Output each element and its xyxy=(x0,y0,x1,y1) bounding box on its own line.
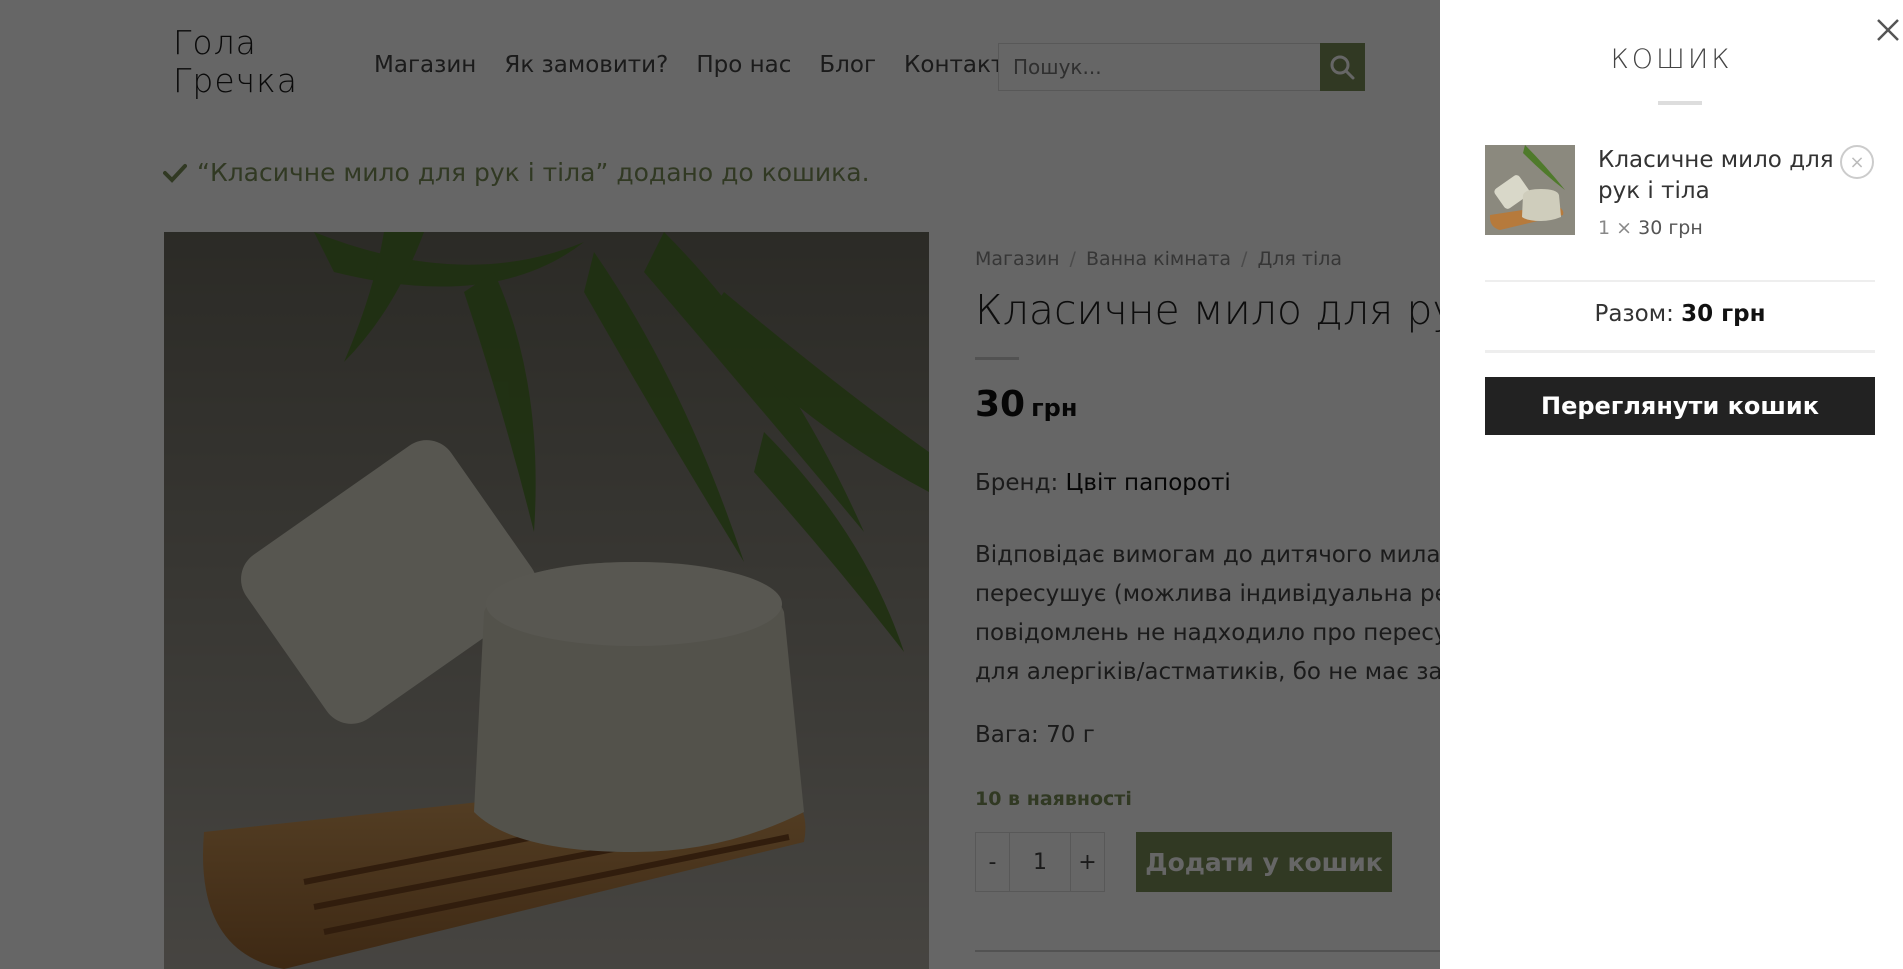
checkmark-icon xyxy=(163,163,187,183)
search-form xyxy=(998,43,1365,91)
cart-divider xyxy=(1485,350,1875,353)
price-value: 30 xyxy=(975,384,1026,425)
product-image[interactable] xyxy=(164,232,929,969)
nav-item-how-to-order[interactable]: Як замовити? xyxy=(504,52,668,78)
search-button[interactable] xyxy=(1319,43,1365,91)
product-page: Гола Гречка Магазин Як замовити? Про нас… xyxy=(0,0,1903,969)
close-icon[interactable] xyxy=(1872,14,1903,46)
nav-item-shop[interactable]: Магазин xyxy=(374,52,476,78)
view-cart-button[interactable]: Переглянути кошик xyxy=(1485,377,1875,435)
cart-item-name[interactable]: Класичне мило для рук і тіла xyxy=(1598,145,1843,207)
breadcrumb: Магазин / Ванна кімната / Для тіла xyxy=(975,248,1342,270)
search-input[interactable] xyxy=(998,43,1320,91)
brand-label: Бренд: xyxy=(975,470,1059,496)
quantity-input[interactable]: 1 xyxy=(1009,833,1071,891)
logo-line-2: Гречка xyxy=(173,61,298,100)
added-to-cart-notice: “Класичне мило для рук і тіла” додано до… xyxy=(163,158,870,187)
search-icon xyxy=(1330,55,1355,80)
logo-line-1: Гола xyxy=(173,23,257,62)
cart-divider xyxy=(1485,280,1875,282)
quantity-plus-button[interactable]: + xyxy=(1071,833,1104,891)
soap-photo xyxy=(164,232,929,969)
title-divider xyxy=(975,357,1019,360)
stock-status: 10 в наявності xyxy=(975,788,1132,810)
cart-subtotal: Разом: 30 грн xyxy=(1485,301,1875,327)
breadcrumb-bathroom[interactable]: Ванна кімната xyxy=(1086,248,1231,270)
subtotal-label: Разом: xyxy=(1594,301,1674,327)
product-price: 30 грн xyxy=(975,384,1077,425)
nav-item-blog[interactable]: Блог xyxy=(819,52,876,78)
cart-title: КОШИК xyxy=(1610,44,1733,75)
cart-item-thumbnail[interactable] xyxy=(1485,145,1575,235)
main-nav: Магазин Як замовити? Про нас Блог Контак… xyxy=(374,52,1019,78)
cart-item-price: 30 грн xyxy=(1638,217,1703,239)
nav-item-about[interactable]: Про нас xyxy=(696,52,791,78)
product-brand: Бренд: Цвіт папороті xyxy=(975,470,1231,496)
breadcrumb-separator: / xyxy=(1241,248,1248,270)
price-currency: грн xyxy=(1031,394,1078,422)
notice-text: “Класичне мило для рук і тіла” додано до… xyxy=(197,158,870,187)
remove-item-button[interactable]: × xyxy=(1840,145,1874,179)
breadcrumb-shop[interactable]: Магазин xyxy=(975,248,1060,270)
breadcrumb-for-body[interactable]: Для тіла xyxy=(1257,248,1342,270)
add-to-cart-button[interactable]: Додати у кошик xyxy=(1136,832,1392,892)
cart-title-divider xyxy=(1658,101,1702,105)
quantity-stepper: - 1 + xyxy=(975,832,1105,892)
tabs-divider xyxy=(975,950,1455,952)
cart-item-qty-text: 1 × xyxy=(1598,217,1633,239)
subtotal-value: 30 грн xyxy=(1681,301,1766,327)
quantity-minus-button[interactable]: - xyxy=(976,833,1009,891)
cart-item: Класичне мило для рук і тіла 1 × 30 грн … xyxy=(1485,145,1875,239)
product-weight: Вага: 70 г xyxy=(975,722,1095,748)
brand-link[interactable]: Цвіт папороті xyxy=(1066,470,1231,496)
cart-item-quantity: 1 × 30 грн xyxy=(1598,217,1703,239)
breadcrumb-separator: / xyxy=(1069,248,1076,270)
site-logo[interactable]: Гола Гречка xyxy=(173,24,298,100)
